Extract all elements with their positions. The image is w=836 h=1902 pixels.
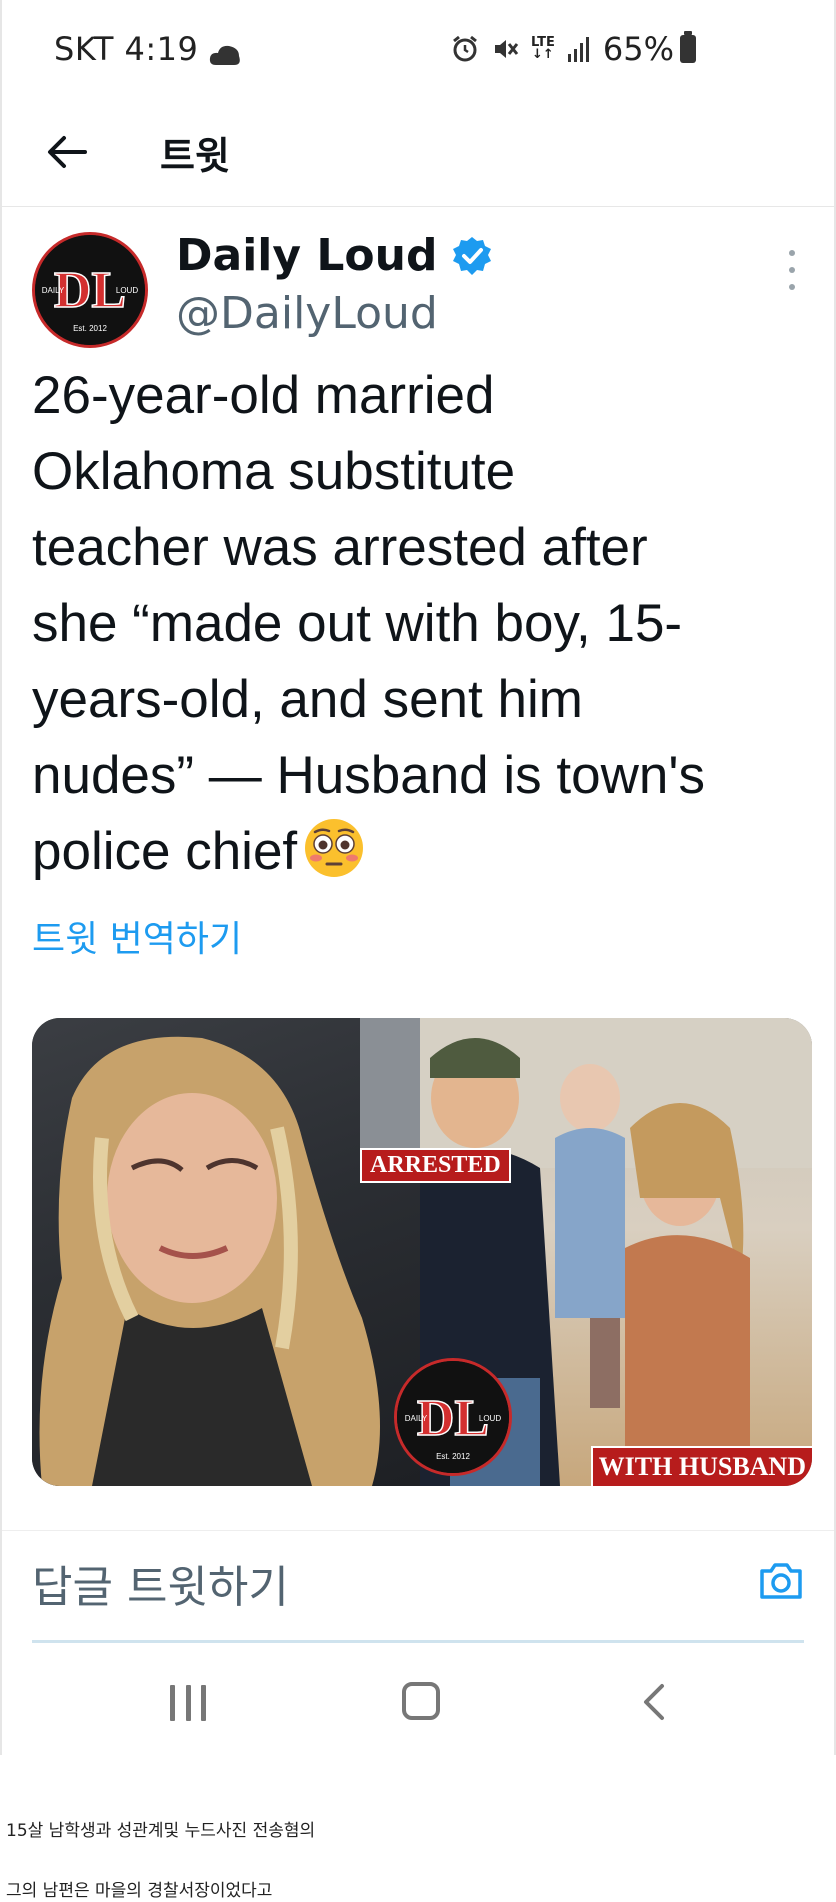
avatar-right: LOUD — [116, 286, 138, 295]
back-button[interactable] — [42, 127, 92, 177]
translate-tweet-link[interactable]: 트윗 번역하기 — [32, 910, 242, 962]
recent-bar — [201, 1685, 206, 1721]
arrow-left-icon — [48, 136, 87, 168]
tweet-line: she “made out with boy, 15- — [32, 594, 683, 653]
author-name[interactable]: Daily Loud — [176, 230, 493, 281]
tweet-line-last: police chief — [32, 814, 812, 890]
recent-bar — [185, 1685, 191, 1721]
mute-icon — [491, 35, 519, 63]
more-dot — [789, 250, 795, 256]
cloud-icon — [208, 37, 242, 65]
tweet-line: Oklahoma substitute — [32, 442, 516, 501]
reply-bar: 답글 트윗하기 — [2, 1530, 834, 1640]
arrested-badge: ARRESTED — [360, 1148, 511, 1183]
with-husband-badge: WITH HUSBAND — [590, 1446, 812, 1486]
carrier-time: SKT 4:19 — [54, 30, 199, 68]
battery-icon — [680, 31, 696, 63]
media-selfie-panel — [32, 1018, 420, 1486]
lte-arrows: ↓↑ — [532, 47, 554, 62]
tweet-line: police chief — [32, 822, 298, 881]
verified-badge-icon — [453, 236, 492, 275]
system-back-button[interactable] — [638, 1682, 668, 1722]
tweet-line: nudes” — Husband is town's — [32, 746, 705, 805]
phone-screen: SKT 4:19 LTE ↓↑ 65% 트윗 DL DAILY LOUD Est… — [0, 0, 836, 1755]
lte-icon: LTE ↓↑ — [531, 36, 555, 62]
status-bar: SKT 4:19 LTE ↓↑ 65% — [2, 0, 834, 105]
top-app-bar: 트윗 — [2, 105, 834, 207]
camera-button[interactable] — [758, 1561, 804, 1601]
avatar[interactable]: DL DAILY LOUD Est. 2012 — [32, 232, 148, 348]
daily-loud-logo-icon: DL DAILY LOUD Est. 2012 — [397, 1361, 509, 1473]
tweet-media-image[interactable]: WITH HUSBAND ARRESTED DL DAILY LOUD Est.… — [32, 1018, 812, 1486]
media-logo: DL DAILY LOUD Est. 2012 — [394, 1358, 512, 1476]
more-options-button[interactable] — [780, 250, 804, 290]
more-dot — [789, 284, 795, 290]
tweet-line: 26-year-old married — [32, 366, 495, 425]
media-logo-right: LOUD — [479, 1414, 501, 1423]
recent-apps-button[interactable] — [170, 1685, 206, 1721]
recent-bar — [170, 1685, 175, 1721]
author-handle[interactable]: @DailyLoud — [176, 288, 438, 339]
caption-line: 15살 남학생과 성관계및 누드사진 전송혐의 — [6, 1821, 316, 1841]
reply-underline — [32, 1640, 804, 1643]
chevron-left-icon — [644, 1684, 664, 1720]
flushed-face-emoji-icon — [305, 819, 364, 877]
author-name-text: Daily Loud — [176, 230, 438, 281]
daily-loud-logo-icon: DL DAILY LOUD Est. 2012 — [35, 235, 145, 345]
home-button[interactable] — [402, 1682, 440, 1720]
alarm-icon — [451, 35, 479, 63]
camera-icon — [760, 1563, 802, 1599]
media-logo-est: Est. 2012 — [436, 1452, 470, 1461]
status-left: SKT 4:19 — [54, 30, 242, 68]
tweet-line: years-old, and sent him — [32, 670, 583, 729]
tweet-line: teacher was arrested after — [32, 518, 648, 577]
avatar-left: DAILY — [42, 286, 65, 295]
system-nav-bar — [2, 1660, 834, 1755]
reply-input[interactable]: 답글 트윗하기 — [32, 1551, 289, 1615]
signal-icon — [567, 36, 591, 62]
more-dot — [789, 267, 795, 273]
tweet-text: 26-year-old married Oklahoma substitute … — [32, 358, 812, 890]
battery-percent: 65% — [602, 30, 674, 68]
status-right: LTE ↓↑ 65% — [451, 30, 696, 68]
avatar-est: Est. 2012 — [73, 324, 107, 333]
page-title: 트윗 — [160, 134, 230, 178]
mugshot-inset — [360, 1018, 420, 1148]
media-logo-left: DAILY — [405, 1414, 428, 1423]
caption-line: 그의 남편은 마을의 경찰서장이었다고 — [6, 1881, 273, 1901]
